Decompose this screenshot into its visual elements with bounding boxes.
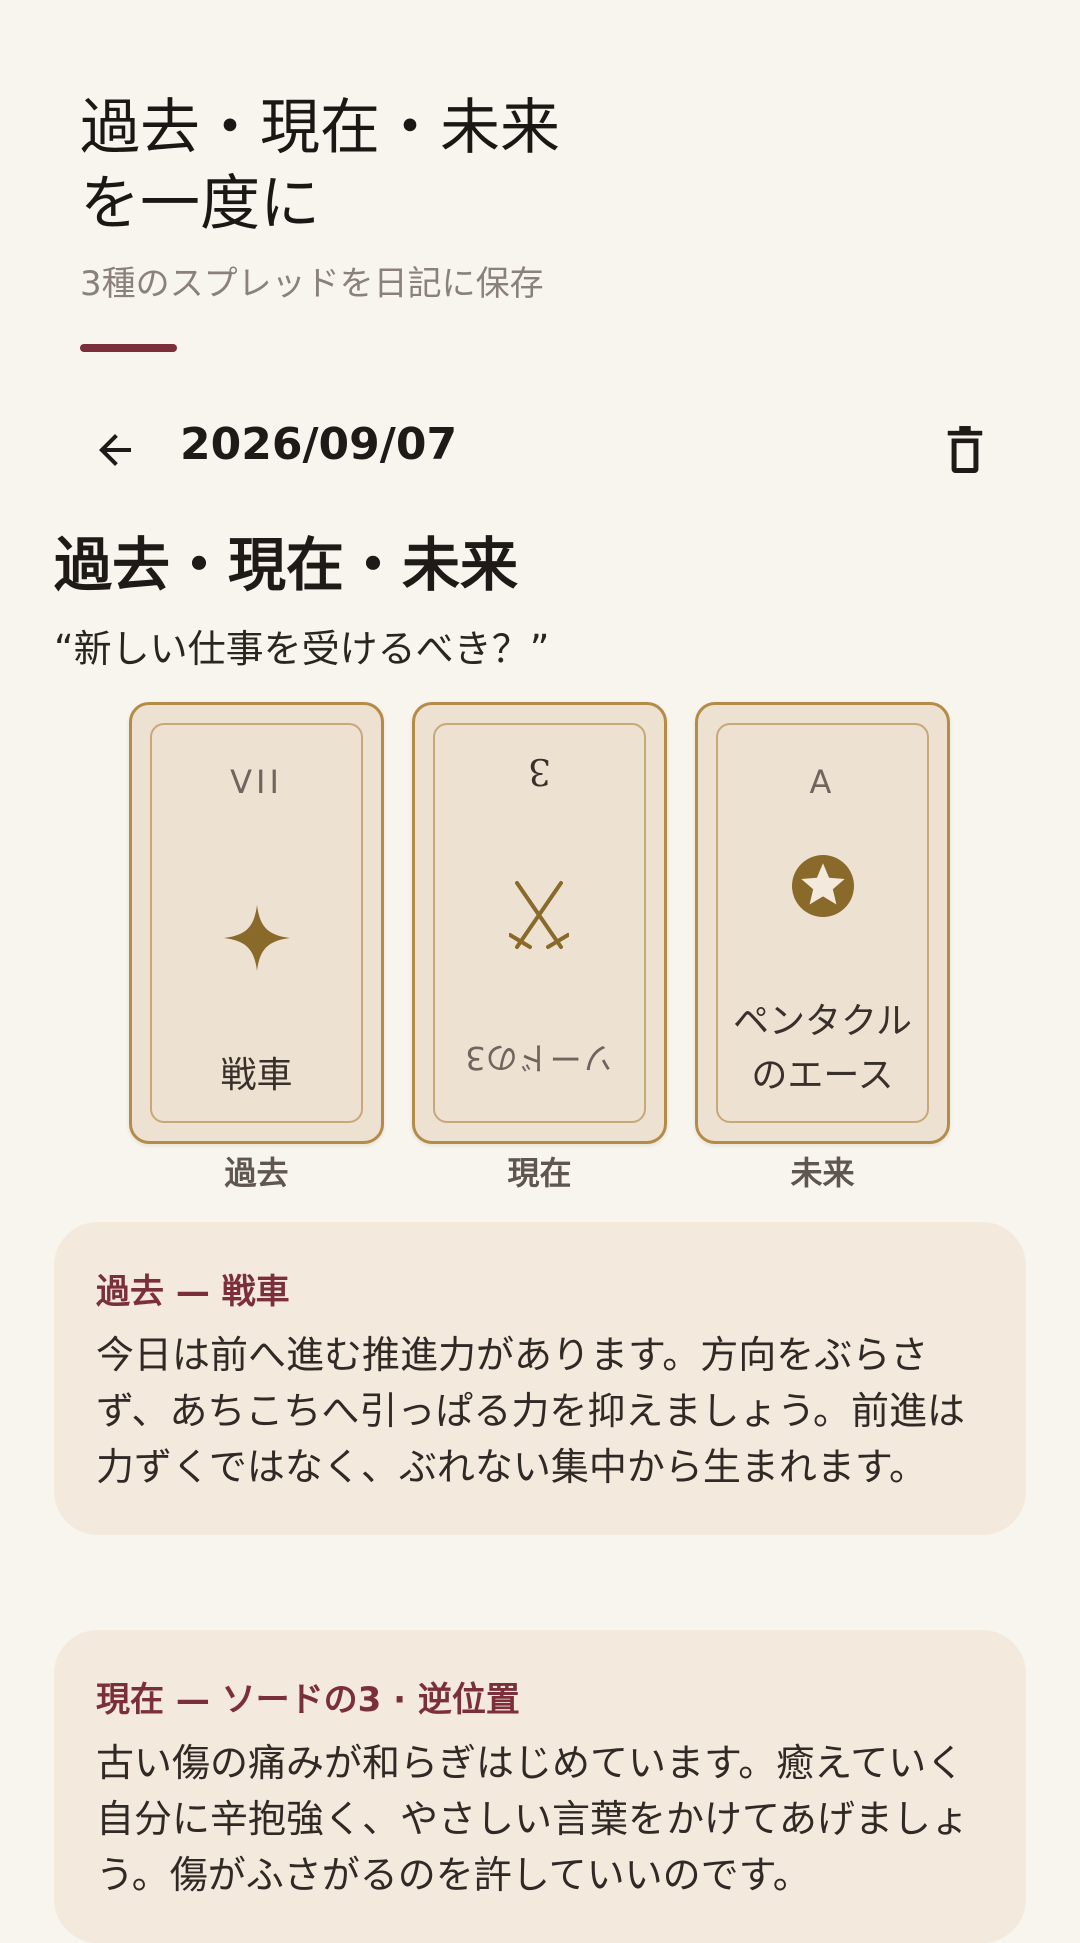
spread-title: 過去・現在・未来: [54, 531, 519, 599]
card-future[interactable]: A ペンタクル のエース 未来: [695, 702, 950, 1194]
card-spread: VII 戦車 過去 ソードの3 3 現在 A ペンタクル のエース 未来: [129, 702, 951, 1192]
reading-title: 過去 — 戦車: [96, 1272, 290, 1312]
card-name: ペンタクル のエース: [718, 995, 927, 1103]
hero-accent-bar: [80, 344, 177, 352]
card-name-line1: ペンタクル: [733, 1001, 912, 1042]
reading-text: 古い傷の痛みが和らぎはじめています。癒えていく自分に辛抱強く、やさしい言葉をかけ…: [96, 1741, 969, 1897]
back-button[interactable]: [80, 415, 150, 485]
card-frame: A ペンタクル のエース: [716, 723, 929, 1123]
tarot-card[interactable]: VII 戦車: [129, 702, 384, 1144]
tarot-card[interactable]: A ペンタクル のエース: [695, 702, 950, 1144]
pentacle-icon: [718, 855, 927, 921]
spread-question: “新しい仕事を受けるべき？”: [54, 627, 550, 671]
card-name: 3: [528, 750, 551, 791]
card-name-line2: のエース: [751, 1055, 894, 1096]
card-name: 戦車: [220, 1055, 293, 1096]
reading-title: 現在 — ソードの3 · 逆位置: [96, 1680, 520, 1720]
card-present[interactable]: ソードの3 3 現在: [412, 702, 667, 1194]
hero-header: 過去・現在・未来 を一度に 3種のスプレッドを日記に保存: [80, 90, 560, 305]
crossed-swords-icon: [435, 875, 644, 951]
reading-card-past: 過去 — 戦車 今日は前へ進む推進力があります。方向をぶらさず、あちこちへ引っぱ…: [54, 1222, 1026, 1535]
hero-subtitle: 3種のスプレッドを日記に保存: [80, 264, 544, 304]
arrow-left-icon: [99, 434, 131, 466]
card-position-label: 過去: [224, 1154, 289, 1192]
reading-card-present: 現在 — ソードの3 · 逆位置 古い傷の痛みが和らぎはじめています。癒えていく…: [54, 1630, 1026, 1943]
four-point-star-icon: [152, 905, 361, 975]
card-number: VII: [230, 763, 283, 801]
top-bar: 2026/09/07: [80, 405, 1000, 489]
entry-date: 2026/09/07: [180, 419, 458, 470]
hero-title: 過去・現在・未来 を一度に: [80, 90, 560, 242]
tarot-card[interactable]: ソードの3 3: [412, 702, 667, 1144]
card-position-label: 未来: [790, 1154, 855, 1192]
delete-button[interactable]: [930, 415, 1000, 485]
card-position-label: 現在: [507, 1154, 572, 1192]
hero-title-line2: を一度に: [80, 169, 320, 239]
card-number: ソードの3: [465, 1039, 614, 1077]
card-number: A: [809, 763, 836, 801]
trash-icon: [947, 426, 983, 473]
card-past[interactable]: VII 戦車 過去: [129, 702, 384, 1194]
reading-text: 今日は前へ進む推進力があります。方向をぶらさず、あちこちへ引っぱる力を抑えましょ…: [96, 1333, 966, 1489]
hero-title-line1: 過去・現在・未来: [80, 93, 560, 163]
card-frame-reversed: ソードの3 3: [433, 723, 646, 1123]
card-frame: VII 戦車: [150, 723, 363, 1123]
